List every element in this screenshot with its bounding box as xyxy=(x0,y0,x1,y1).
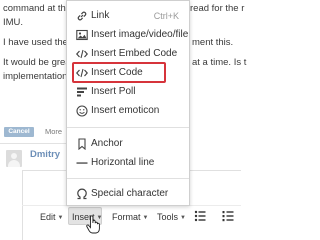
menu-item-insert-embed-code[interactable]: Insert Embed Code xyxy=(67,45,189,63)
menu-item-link[interactable]: Link Ctrl+K xyxy=(67,7,189,25)
embed-code-icon xyxy=(76,49,88,59)
post-text-line-1-left: command at the xyxy=(3,3,72,14)
format-menu-label: Format xyxy=(112,212,141,222)
more-link[interactable]: More xyxy=(45,127,62,137)
menu-item-label: Insert emoticon xyxy=(91,105,160,116)
menu-item-label: Special character xyxy=(91,188,169,199)
menu-item-special-character[interactable]: Special character xyxy=(67,185,189,203)
menu-item-insert-poll[interactable]: Insert Poll xyxy=(67,83,189,101)
menu-item-label: Insert image/video/file xyxy=(91,29,189,40)
divider xyxy=(0,143,72,144)
menu-item-label: Insert Poll xyxy=(91,86,136,97)
menu-item-horizontal-line[interactable]: Horizontal line xyxy=(67,154,189,172)
emoticon-icon xyxy=(76,105,88,117)
cancel-button[interactable]: Cancel xyxy=(4,127,34,137)
username-link[interactable]: Dmitry xyxy=(30,149,60,161)
menu-separator xyxy=(67,178,189,179)
horizontal-line-icon xyxy=(76,162,88,164)
hand-cursor-icon xyxy=(86,216,100,234)
menu-item-label: Horizontal line xyxy=(91,157,155,168)
menu-item-insert-image-video-file[interactable]: Insert image/video/file xyxy=(67,26,189,44)
menu-item-label: Link xyxy=(91,10,110,21)
menu-item-label: Anchor xyxy=(91,138,123,149)
post-text-line-3-right: ment this. xyxy=(192,37,234,48)
menu-item-anchor[interactable]: Anchor xyxy=(67,135,189,153)
highlight-box xyxy=(72,62,166,83)
link-icon xyxy=(77,11,87,21)
numbered-list-icon[interactable] xyxy=(222,209,234,223)
post-text-line-3-left: I have used the xyxy=(3,37,68,48)
chevron-down-icon: ▼ xyxy=(57,215,64,221)
post-text-line-4-right: at a time. Is t xyxy=(192,57,247,68)
tools-menu-label: Tools xyxy=(157,212,179,222)
chevron-down-icon: ▼ xyxy=(142,215,149,221)
edit-menu-label: Edit xyxy=(40,212,56,222)
menu-item-insert-emoticon[interactable]: Insert emoticon xyxy=(67,102,189,120)
tools-menu-button[interactable]: Tools ▼ xyxy=(157,210,186,225)
post-text-line-1-right: read for the r xyxy=(190,3,245,14)
avatar[interactable] xyxy=(6,150,22,167)
poll-icon xyxy=(77,87,87,97)
post-text-line-5-left: implementation' xyxy=(3,71,70,82)
edit-menu-button[interactable]: Edit ▼ xyxy=(40,210,63,225)
format-menu-button[interactable]: Format ▼ xyxy=(112,210,148,225)
omega-icon xyxy=(77,188,87,200)
chevron-down-icon: ▼ xyxy=(180,215,186,221)
post-text-line-4-left: It would be grea xyxy=(3,57,71,68)
menu-item-shortcut: Ctrl+K xyxy=(153,11,179,21)
menu-separator xyxy=(67,127,189,128)
post-text-line-2-left: IMU. xyxy=(3,17,24,28)
bulleted-list-icon[interactable] xyxy=(194,209,206,223)
bookmark-icon xyxy=(78,138,86,150)
menu-item-label: Insert Embed Code xyxy=(91,48,178,59)
insert-dropdown-menu: Link Ctrl+K Insert image/video/file Inse… xyxy=(66,0,190,206)
image-icon xyxy=(76,29,88,41)
